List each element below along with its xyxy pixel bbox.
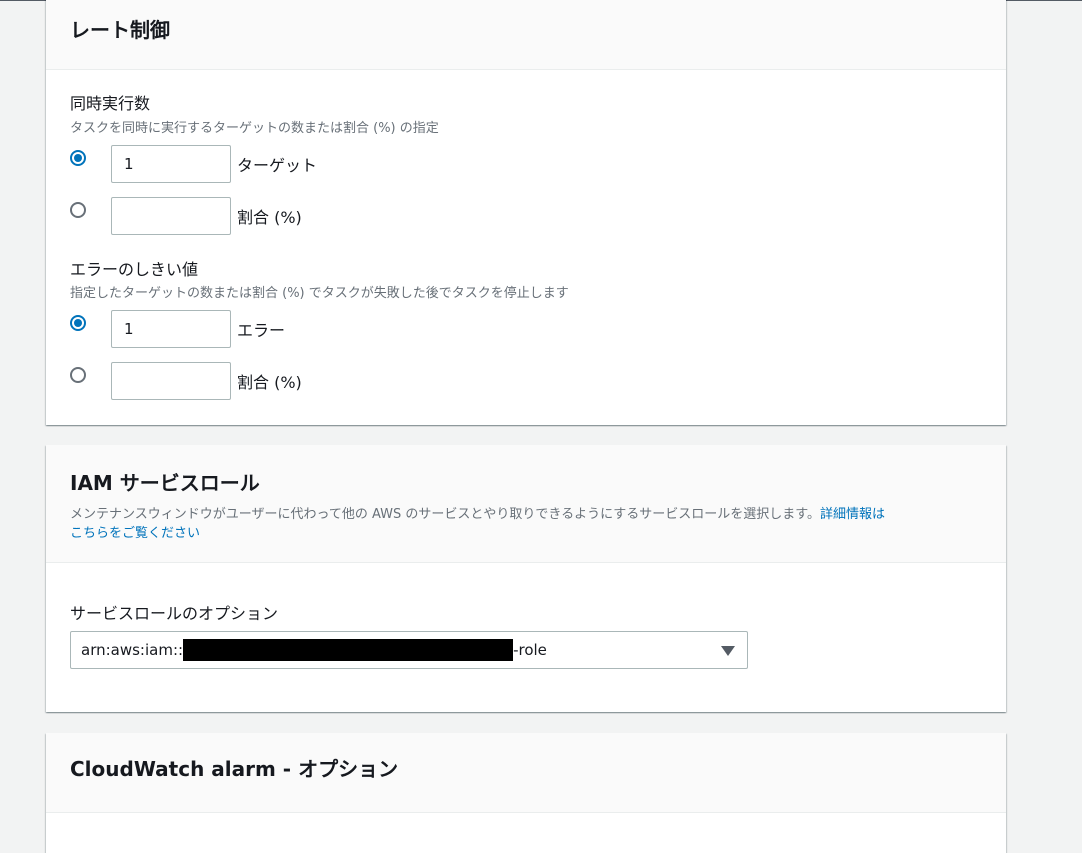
- dropdown-caret-icon: [721, 646, 735, 656]
- concurrency-percent-suffix: 割合 (%): [237, 208, 302, 227]
- selected-role-prefix: arn:aws:iam::: [81, 641, 184, 659]
- learn-more-line1: 詳細情報は: [819, 507, 885, 522]
- redacted-account-id: [183, 639, 514, 661]
- iam-service-role-description: メンテナンスウィンドウがユーザーに代わって他の AWS のサービスとやり取りでき…: [70, 505, 980, 543]
- error-threshold-errors-suffix: エラー: [237, 321, 286, 340]
- iam-service-role-title: IAM サービスロール: [70, 471, 260, 495]
- cloudwatch-header: CloudWatch alarm - オプション: [46, 733, 1006, 813]
- rate-control-panel: レート制御 同時実行数 タスクを同時に実行するターゲットの数または割合 (%) …: [46, 0, 1006, 425]
- service-role-option-label: サービスロールのオプション: [70, 604, 279, 623]
- iam-service-role-header: IAM サービスロール メンテナンスウィンドウがユーザーに代わって他の AWS …: [46, 445, 1006, 563]
- cloudwatch-title: CloudWatch alarm - オプション: [70, 757, 399, 781]
- concurrency-targets-input[interactable]: [111, 145, 231, 183]
- error-threshold-percent-suffix: 割合 (%): [237, 373, 302, 392]
- concurrency-description: タスクを同時に実行するターゲットの数または割合 (%) の指定: [70, 121, 439, 136]
- learn-more-line2: こちらをご覧ください: [70, 526, 201, 541]
- concurrency-targets-radio[interactable]: [70, 150, 86, 166]
- error-threshold-description: 指定したターゲットの数または割合 (%) でタスクが失敗した後でタスクを停止しま…: [70, 286, 569, 301]
- concurrency-percent-input[interactable]: [111, 197, 231, 235]
- iam-description-text: メンテナンスウィンドウがユーザーに代わって他の AWS のサービスとやり取りでき…: [70, 507, 820, 522]
- service-role-select[interactable]: arn:aws:iam:: -role: [70, 631, 748, 669]
- error-threshold-errors-radio[interactable]: [70, 315, 86, 331]
- error-threshold-percent-radio[interactable]: [70, 367, 86, 383]
- error-threshold-percent-input[interactable]: [111, 362, 231, 400]
- error-threshold-errors-input[interactable]: [111, 310, 231, 348]
- rate-control-header: レート制御: [46, 0, 1006, 70]
- rate-control-title: レート制御: [70, 18, 170, 42]
- iam-service-role-panel: IAM サービスロール メンテナンスウィンドウがユーザーに代わって他の AWS …: [46, 445, 1006, 712]
- concurrency-percent-radio[interactable]: [70, 202, 86, 218]
- concurrency-label: 同時実行数: [70, 94, 151, 113]
- selected-role-suffix: -role: [513, 641, 547, 659]
- cloudwatch-alarm-panel: CloudWatch alarm - オプション: [46, 733, 1006, 853]
- concurrency-targets-suffix: ターゲット: [237, 156, 318, 175]
- error-threshold-label: エラーのしきい値: [70, 260, 199, 279]
